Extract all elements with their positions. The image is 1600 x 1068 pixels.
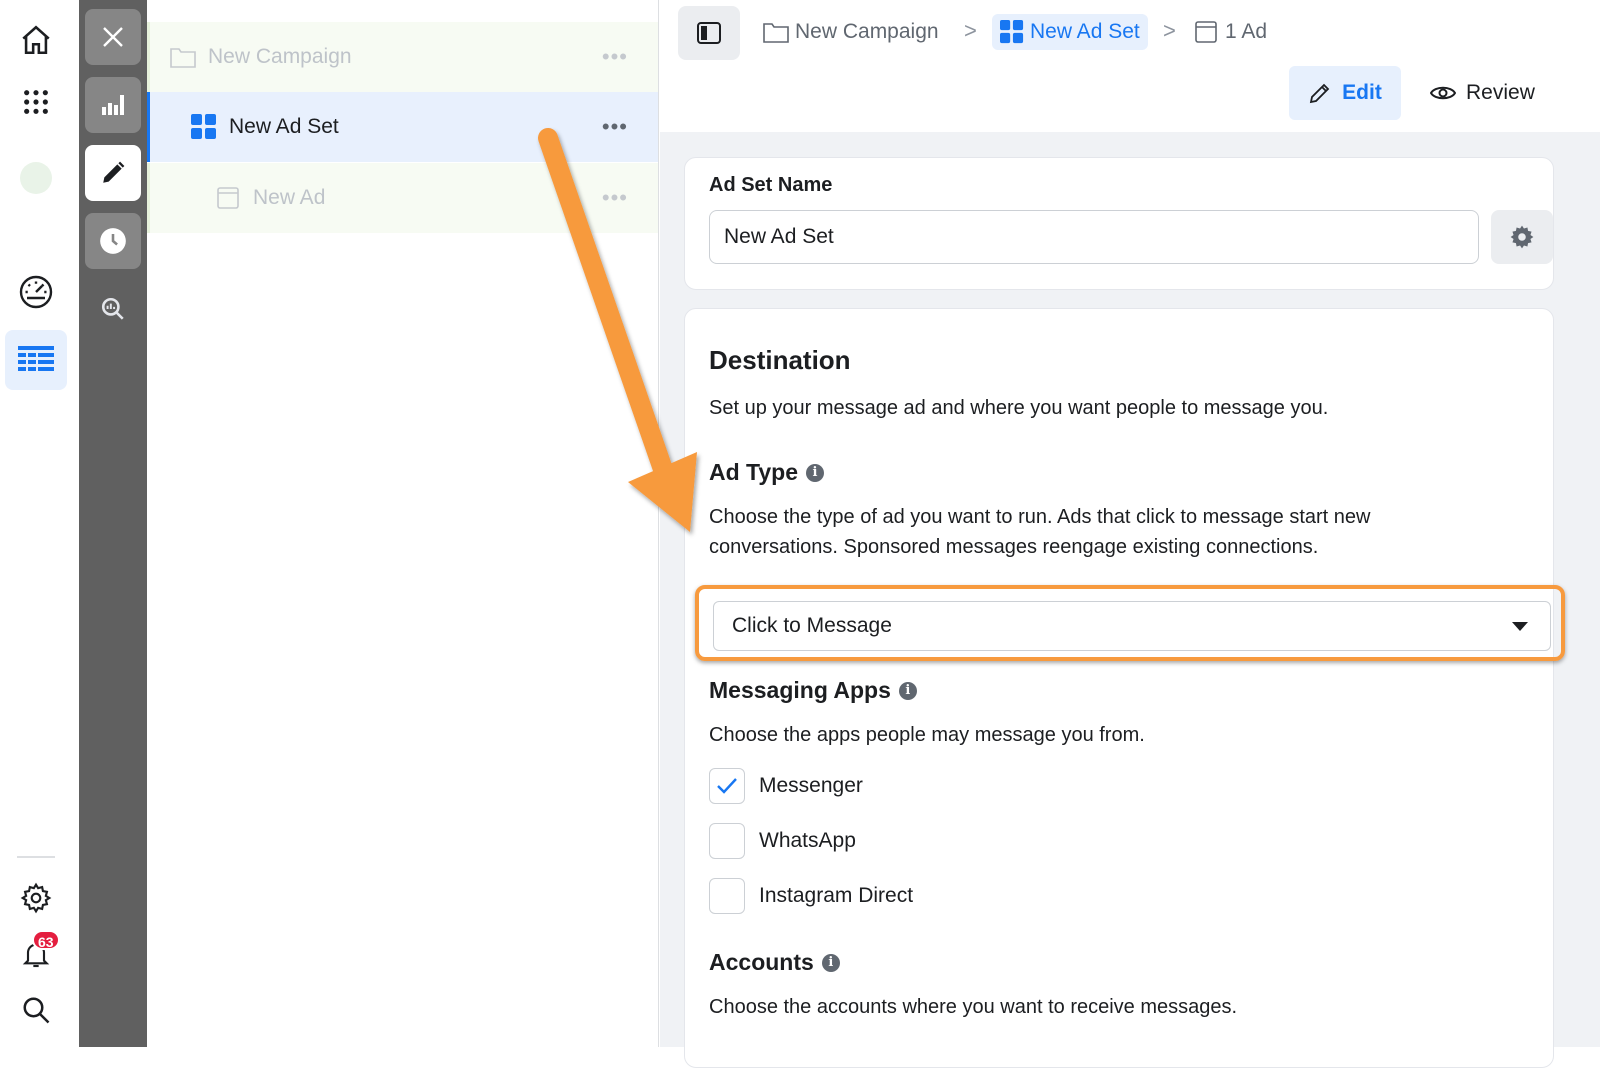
chevron-right-icon: > xyxy=(964,18,977,43)
home-icon xyxy=(22,25,50,55)
info-icon[interactable]: i xyxy=(898,681,917,700)
nav-divider xyxy=(17,856,55,858)
eye-icon xyxy=(1430,86,1456,100)
tree-ad-label: New Ad xyxy=(253,186,326,209)
messaging-apps-title: Messaging Apps xyxy=(709,677,891,703)
review-label: Review xyxy=(1466,81,1535,104)
account-avatar[interactable] xyxy=(5,148,67,208)
dashboard-button[interactable] xyxy=(5,262,67,322)
ads-manager-button[interactable] xyxy=(5,330,67,390)
charts-icon xyxy=(102,95,124,115)
whatsapp-label: WhatsApp xyxy=(759,829,856,852)
breadcrumb-adset-label: New Ad Set xyxy=(1030,20,1140,43)
info-icon[interactable]: i xyxy=(806,463,825,482)
editor-topbar: New Campaign > New Ad Set > 1 Ad Edit Re… xyxy=(660,0,1600,132)
settings-icon xyxy=(20,882,52,914)
home-button[interactable] xyxy=(5,10,67,70)
history-clock-icon xyxy=(100,228,126,254)
ad-icon xyxy=(217,187,239,209)
folder-icon xyxy=(763,23,789,43)
inspect-button[interactable] xyxy=(85,281,141,337)
charts-button[interactable] xyxy=(85,77,141,133)
name-settings-button[interactable] xyxy=(1491,210,1553,264)
ad-set-name-card: Ad Set Name New Ad Set xyxy=(684,157,1554,290)
edit-pencil-icon xyxy=(103,161,125,183)
history-button[interactable] xyxy=(85,213,141,269)
messaging-apps-heading: Messaging Apps i xyxy=(709,677,917,704)
editor-area: New Campaign > New Ad Set > 1 Ad Edit Re… xyxy=(660,0,1600,1068)
info-icon[interactable]: i xyxy=(821,953,840,972)
ad-set-name-label: Ad Set Name xyxy=(709,174,833,196)
ad-set-name-input[interactable]: New Ad Set xyxy=(709,210,1479,264)
notification-count-badge: 63 xyxy=(32,930,60,950)
adset-grid-icon xyxy=(191,114,216,139)
messenger-option[interactable]: Messenger xyxy=(709,767,863,805)
close-panel-button[interactable] xyxy=(85,9,141,65)
tree-campaign-label: New Campaign xyxy=(208,45,352,68)
ad-type-select[interactable]: Click to Message xyxy=(713,601,1551,651)
whatsapp-option[interactable]: WhatsApp xyxy=(709,822,856,860)
apps-grid-icon xyxy=(24,90,48,114)
ad-icon xyxy=(1195,21,1217,43)
messaging-apps-description: Choose the apps people may message you f… xyxy=(709,724,1145,746)
instagram-direct-checkbox[interactable] xyxy=(709,878,745,914)
messenger-label: Messenger xyxy=(759,774,863,797)
close-icon xyxy=(103,27,123,47)
sidebar-toggle-icon xyxy=(697,22,721,44)
chevron-right-icon: > xyxy=(1163,18,1176,43)
breadcrumb-campaign-label: New Campaign xyxy=(795,20,939,43)
campaign-more-button[interactable]: ••• xyxy=(602,44,628,70)
ad-type-selected-value: Click to Message xyxy=(732,614,892,637)
panel-toggle-button[interactable] xyxy=(678,6,740,60)
search-button[interactable] xyxy=(5,980,67,1040)
pencil-icon xyxy=(1310,83,1330,104)
instagram-direct-option[interactable]: Instagram Direct xyxy=(709,877,913,915)
destination-description: Set up your message ad and where you wan… xyxy=(709,397,1329,419)
tree-item-campaign[interactable]: New Campaign ••• xyxy=(147,22,658,92)
campaign-tree-panel: New Campaign ••• New Ad Set ••• New Ad •… xyxy=(147,0,659,1047)
accounts-title: Accounts xyxy=(709,949,814,975)
whatsapp-checkbox[interactable] xyxy=(709,823,745,859)
ad-type-description-line2: conversations. Sponsored messages reenga… xyxy=(709,536,1319,558)
ad-type-description-line1: Choose the type of ad you want to run. A… xyxy=(709,506,1371,528)
edit-mode-button[interactable] xyxy=(85,145,141,201)
instagram-direct-label: Instagram Direct xyxy=(759,884,914,907)
messenger-checkbox[interactable] xyxy=(709,768,745,804)
destination-title: Destination xyxy=(709,345,851,375)
adset-more-button[interactable]: ••• xyxy=(602,114,628,140)
adset-grid-icon xyxy=(1000,20,1024,44)
tool-column xyxy=(79,0,147,1047)
ad-type-title: Ad Type xyxy=(709,459,799,485)
review-mode-tab[interactable]: Review xyxy=(1430,66,1560,120)
dashboard-gauge-icon xyxy=(19,275,53,309)
gear-icon xyxy=(1510,225,1534,249)
breadcrumb-campaign[interactable]: New Campaign xyxy=(763,14,939,50)
ads-manager-table-icon xyxy=(18,346,54,371)
ad-more-button[interactable]: ••• xyxy=(602,185,628,211)
accounts-description: Choose the accounts where you want to re… xyxy=(709,996,1238,1018)
avatar xyxy=(20,162,52,194)
tree-item-ad[interactable]: New Ad ••• xyxy=(147,163,658,233)
checkmark-icon xyxy=(717,778,737,794)
breadcrumb-adset[interactable]: New Ad Set xyxy=(992,14,1148,50)
ad-type-select-highlight: Click to Message xyxy=(695,585,1565,661)
settings-button[interactable] xyxy=(5,868,67,928)
inspect-icon xyxy=(101,297,124,320)
tree-item-adset[interactable]: New Ad Set ••• xyxy=(147,92,658,162)
tree-adset-label: New Ad Set xyxy=(229,115,339,138)
destination-card: Destination Set up your message ad and w… xyxy=(684,308,1565,1068)
edit-mode-tab[interactable]: Edit xyxy=(1289,66,1401,120)
ad-type-heading: Ad Type i xyxy=(709,459,825,486)
apps-button[interactable] xyxy=(5,72,67,132)
folder-icon xyxy=(170,48,196,68)
global-nav: 63 xyxy=(0,0,79,1047)
accounts-heading: Accounts i xyxy=(709,949,840,976)
breadcrumb-ads[interactable]: 1 Ad xyxy=(1195,14,1267,50)
caret-down-icon xyxy=(1512,622,1528,631)
search-icon xyxy=(23,997,50,1024)
edit-label: Edit xyxy=(1342,81,1382,104)
breadcrumb-ads-label: 1 Ad xyxy=(1225,20,1268,43)
